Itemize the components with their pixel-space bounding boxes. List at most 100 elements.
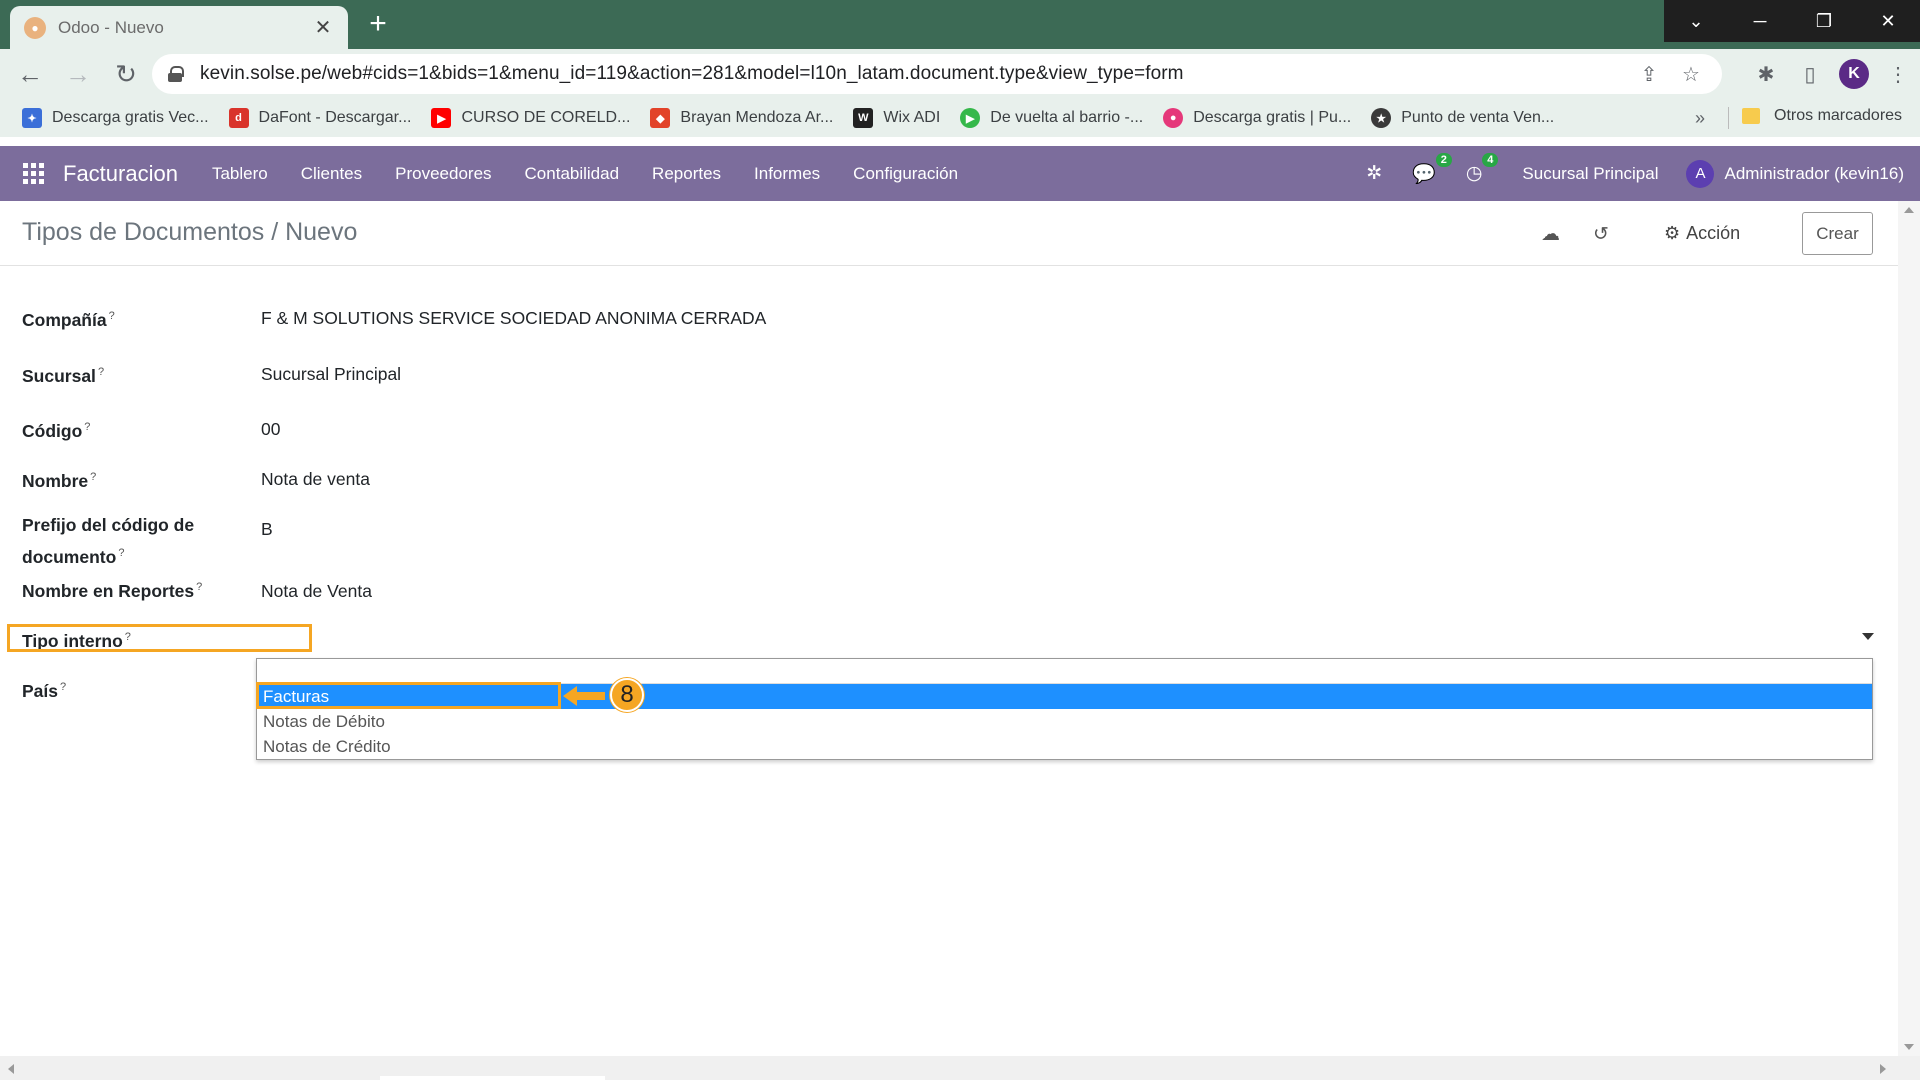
field-label-nombre: Nombre? bbox=[22, 470, 97, 491]
field-value-prefijo[interactable]: B bbox=[261, 519, 273, 540]
field-value-compania[interactable]: F & M SOLUTIONS SERVICE SOCIEDAD ANONIMA… bbox=[261, 308, 766, 329]
new-tab-button[interactable]: + bbox=[363, 9, 393, 40]
menu-reportes[interactable]: Reportes bbox=[652, 164, 721, 184]
menu-contabilidad[interactable]: Contabilidad bbox=[525, 164, 620, 184]
bookmark-item[interactable]: ◆ Brayan Mendoza Ar... bbox=[650, 108, 833, 128]
branch-switcher[interactable]: Sucursal Principal bbox=[1522, 164, 1658, 184]
user-avatar[interactable]: A bbox=[1686, 159, 1715, 188]
menu-configuracion[interactable]: Configuración bbox=[853, 164, 958, 184]
gear-icon: ⚙ bbox=[1664, 223, 1681, 243]
discard-icon[interactable]: ↺ bbox=[1593, 223, 1609, 246]
side-panel-icon[interactable]: ▯ bbox=[1788, 62, 1832, 87]
facturas-highlight bbox=[256, 682, 561, 709]
menu-proveedores[interactable]: Proveedores bbox=[395, 164, 491, 184]
youtube-icon: ▶ bbox=[431, 108, 452, 128]
back-icon[interactable]: ← bbox=[12, 56, 48, 92]
messages-badge: 2 bbox=[1435, 152, 1452, 167]
gitlab-icon: ◆ bbox=[650, 108, 671, 128]
other-bookmarks[interactable]: Otros marcadores bbox=[1742, 107, 1902, 125]
browser-menu-icon[interactable]: ⋮ bbox=[1876, 62, 1920, 87]
bookmark-item[interactable]: ▶ De vuelta al barrio -... bbox=[960, 108, 1143, 128]
menu-informes[interactable]: Informes bbox=[754, 164, 820, 184]
scroll-up-icon[interactable] bbox=[1904, 207, 1914, 213]
app-brand[interactable]: Facturacion bbox=[63, 161, 178, 187]
window-controls: ⌄ ─ ❐ ✕ bbox=[1664, 0, 1920, 42]
activities-clock-icon[interactable]: ◷ 4 bbox=[1466, 153, 1499, 185]
lock-icon[interactable] bbox=[168, 66, 184, 82]
tipo-interno-dropdown[interactable]: Facturas Notas de Débito Notas de Crédit… bbox=[256, 658, 1873, 760]
field-label-prefijo: Prefijo del código de documento? bbox=[22, 515, 195, 567]
vector-icon: ✦ bbox=[22, 108, 42, 128]
action-menu-button[interactable]: ⚙ Acción bbox=[1664, 223, 1740, 244]
save-cloud-icon[interactable]: ☁ bbox=[1541, 223, 1560, 246]
field-value-sucursal[interactable]: Sucursal Principal bbox=[261, 364, 401, 385]
horizontal-scrollbar[interactable] bbox=[0, 1056, 1920, 1080]
profile-avatar[interactable]: K bbox=[1839, 59, 1869, 89]
field-label-compania: Compañía? bbox=[22, 309, 115, 330]
help-icon[interactable]: ? bbox=[98, 366, 104, 378]
star-badge-icon: ★ bbox=[1371, 108, 1392, 128]
vertical-scrollbar[interactable] bbox=[1898, 201, 1920, 1056]
navbar-right: ✲ 💬 2 ◷ 4 Sucursal Principal A Administrad… bbox=[1336, 146, 1904, 201]
messages-icon[interactable]: 💬 2 bbox=[1412, 152, 1452, 186]
help-icon[interactable]: ? bbox=[118, 547, 124, 559]
help-icon[interactable]: ? bbox=[109, 310, 115, 322]
scroll-down-icon[interactable] bbox=[1904, 1044, 1914, 1050]
select-dropdown-arrow-icon[interactable] bbox=[1862, 633, 1874, 640]
folder-icon bbox=[1742, 108, 1760, 124]
dropdown-empty-option[interactable] bbox=[257, 659, 1872, 684]
bookmark-item[interactable]: ✦ Descarga gratis Vec... bbox=[22, 108, 209, 128]
browser-tab[interactable]: ● Odoo - Nuevo ✕ bbox=[10, 6, 348, 49]
minimize-icon[interactable]: ─ bbox=[1728, 0, 1792, 42]
bookmark-item[interactable]: d DaFont - Descargar... bbox=[228, 108, 411, 128]
callout-arrow-icon bbox=[563, 686, 605, 706]
debug-bug-icon[interactable]: ✲ bbox=[1366, 162, 1382, 185]
tab-title: Odoo - Nuevo bbox=[58, 17, 164, 37]
address-bar[interactable]: kevin.solse.pe/web#cids=1&bids=1&menu_id… bbox=[152, 54, 1722, 94]
play-icon: ▶ bbox=[960, 108, 981, 128]
user-name[interactable]: Administrador (kevin16) bbox=[1724, 164, 1904, 184]
apps-grid-icon[interactable] bbox=[23, 162, 45, 185]
url-text[interactable]: kevin.solse.pe/web#cids=1&bids=1&menu_id… bbox=[200, 63, 1622, 85]
tab-close-icon[interactable]: ✕ bbox=[312, 15, 334, 40]
field-value-codigo[interactable]: 00 bbox=[261, 419, 280, 440]
create-button[interactable]: Crear bbox=[1802, 212, 1873, 255]
bookmark-item[interactable]: W Wix ADI bbox=[853, 108, 940, 128]
field-label-pais: País? bbox=[22, 680, 67, 701]
help-icon[interactable]: ? bbox=[84, 421, 90, 433]
dropdown-option-notas-debito[interactable]: Notas de Débito bbox=[257, 709, 1872, 734]
field-value-nombre-reportes[interactable]: Nota de Venta bbox=[261, 581, 372, 602]
field-label-sucursal: Sucursal? bbox=[22, 365, 105, 386]
dafont-icon: d bbox=[228, 108, 249, 128]
control-panel: Tipos de Documentos / Nuevo ☁ ↺ ⚙ Acción… bbox=[0, 201, 1898, 266]
bookmark-star-icon[interactable]: ☆ bbox=[1676, 62, 1706, 87]
more-bookmarks-icon[interactable]: » bbox=[1695, 108, 1705, 129]
odoo-favicon-icon: ● bbox=[24, 16, 46, 39]
wix-icon: W bbox=[853, 108, 874, 128]
restore-icon[interactable]: ❐ bbox=[1792, 0, 1856, 42]
bookmark-item[interactable]: ● Descarga gratis | Pu... bbox=[1163, 108, 1351, 128]
menu-clientes[interactable]: Clientes bbox=[301, 164, 362, 184]
dropdown-option-notas-credito[interactable]: Notas de Crédito bbox=[257, 734, 1872, 759]
browser-toolbar: ← → ↻ kevin.solse.pe/web#cids=1&bids=1&m… bbox=[0, 49, 1920, 99]
extensions-icon[interactable]: ✱ bbox=[1744, 62, 1788, 87]
scroll-left-icon[interactable] bbox=[8, 1064, 14, 1074]
help-icon[interactable]: ? bbox=[90, 471, 96, 483]
bookmark-item[interactable]: ▶ CURSO DE CORELD... bbox=[431, 108, 630, 128]
scroll-thumb[interactable] bbox=[380, 1076, 605, 1080]
reload-icon[interactable]: ↻ bbox=[108, 56, 144, 92]
help-icon[interactable]: ? bbox=[60, 681, 66, 693]
tab-search-icon[interactable]: ⌄ bbox=[1664, 0, 1728, 42]
bookmark-item[interactable]: ★ Punto de venta Ven... bbox=[1371, 108, 1554, 128]
close-window-icon[interactable]: ✕ bbox=[1856, 0, 1920, 42]
drop-icon: ● bbox=[1163, 108, 1184, 128]
field-value-nombre[interactable]: Nota de venta bbox=[261, 469, 370, 490]
forward-icon[interactable]: → bbox=[60, 56, 96, 92]
share-icon[interactable]: ⇪ bbox=[1634, 62, 1664, 87]
activities-badge: 4 bbox=[1482, 153, 1499, 167]
scroll-right-icon[interactable] bbox=[1880, 1064, 1886, 1074]
menu-tablero[interactable]: Tablero bbox=[212, 164, 268, 184]
odoo-navbar: Facturacion Tablero Clientes Proveedores… bbox=[0, 146, 1920, 201]
help-icon[interactable]: ? bbox=[196, 581, 202, 593]
breadcrumb[interactable]: Tipos de Documentos / Nuevo bbox=[22, 218, 357, 247]
